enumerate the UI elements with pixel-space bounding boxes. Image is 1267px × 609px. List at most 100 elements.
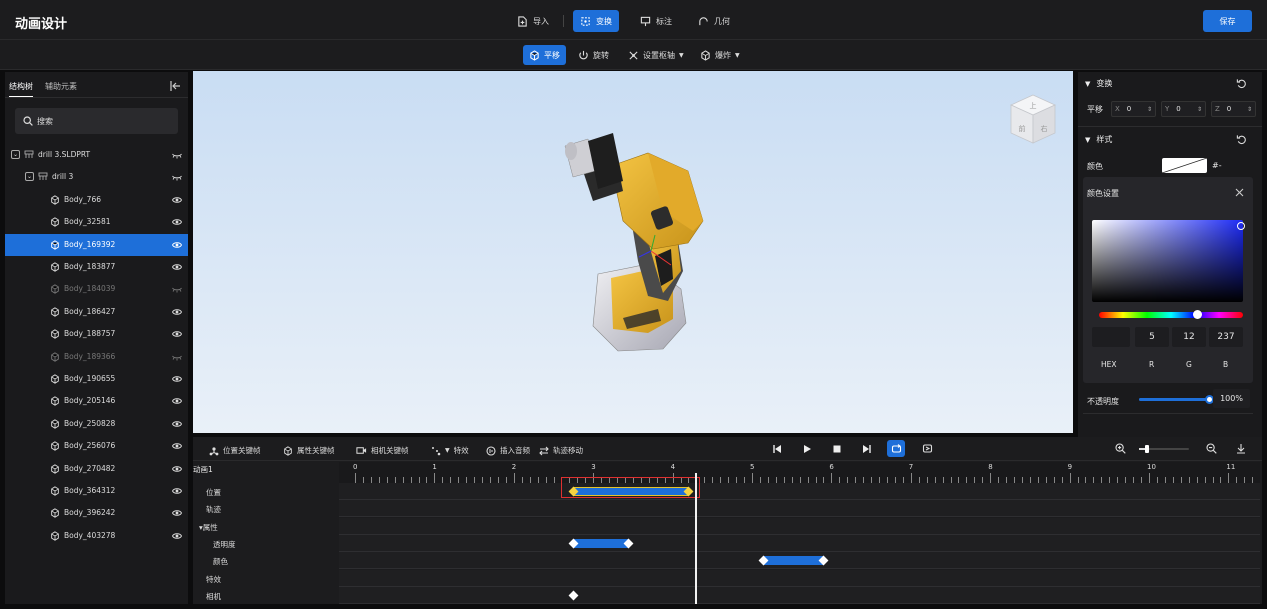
- tree-item[interactable]: Body_766: [5, 189, 188, 211]
- eye-icon[interactable]: [171, 508, 183, 518]
- r-input[interactable]: 5: [1135, 327, 1169, 347]
- tree-item[interactable]: Body_270482: [5, 458, 188, 480]
- eye-icon[interactable]: [171, 486, 183, 496]
- import-button[interactable]: 导入: [510, 10, 556, 32]
- track-row[interactable]: [339, 483, 1260, 500]
- hue-slider-thumb[interactable]: [1192, 310, 1202, 319]
- keyframe-clip[interactable]: [573, 487, 689, 496]
- 3d-viewport[interactable]: 上 前 右: [193, 71, 1073, 433]
- rotate-button[interactable]: 旋转: [572, 45, 615, 65]
- annotation-button[interactable]: 标注: [633, 10, 679, 32]
- eye-icon[interactable]: [171, 307, 183, 317]
- tree-item[interactable]: Body_364312: [5, 480, 188, 502]
- track-label[interactable]: 颜色: [213, 556, 228, 567]
- reset-style-icon[interactable]: [1236, 134, 1247, 145]
- eye-icon[interactable]: [171, 441, 183, 451]
- tree-item[interactable]: Body_169392: [5, 233, 188, 256]
- next-frame-icon[interactable]: [862, 444, 872, 454]
- eye-icon[interactable]: [171, 217, 183, 227]
- download-icon[interactable]: [1236, 443, 1246, 454]
- tree-item[interactable]: Body_250828: [5, 413, 188, 435]
- translate-x-field[interactable]: X 0 ⇕: [1111, 101, 1156, 117]
- loop-toggle[interactable]: [887, 440, 905, 457]
- keyframe-clip[interactable]: [763, 556, 824, 566]
- play-icon[interactable]: [802, 444, 812, 454]
- track-row[interactable]: [339, 517, 1260, 535]
- tree-item[interactable]: Body_396242: [5, 502, 188, 524]
- tree-item[interactable]: Body_32581: [5, 211, 188, 233]
- collapse-panel-icon[interactable]: [170, 81, 181, 91]
- tree-item[interactable]: Body_403278: [5, 525, 188, 547]
- track-label[interactable]: ▾属性: [199, 522, 218, 533]
- transform-button[interactable]: 变换: [573, 10, 619, 32]
- track-row[interactable]: [339, 569, 1260, 587]
- view-cube[interactable]: 上 前 右: [1005, 91, 1061, 147]
- zoom-out-icon[interactable]: [1206, 443, 1217, 454]
- tree-item[interactable]: ⌄ drill 3: [5, 166, 188, 188]
- property-keyframe-button[interactable]: 属性关键帧: [283, 445, 335, 456]
- tree-item[interactable]: Body_188757: [5, 323, 188, 345]
- eye-closed-icon[interactable]: [172, 172, 182, 182]
- eye-icon[interactable]: [171, 329, 183, 339]
- zoom-slider[interactable]: [1139, 445, 1189, 453]
- tree-item[interactable]: Body_184039: [5, 278, 188, 300]
- ping-pong-icon[interactable]: [922, 443, 933, 454]
- drill-model[interactable]: [193, 71, 1073, 433]
- stepper-icon[interactable]: ⇕: [1247, 106, 1252, 113]
- track-label[interactable]: 相机: [206, 591, 221, 602]
- previous-frame-icon[interactable]: [772, 444, 782, 454]
- stepper-icon[interactable]: ⇕: [1147, 106, 1152, 113]
- explode-dropdown[interactable]: 爆炸 ▼: [694, 45, 746, 65]
- b-input[interactable]: 237: [1209, 327, 1243, 347]
- time-ruler[interactable]: 0 1 2 3 4 5 6 7 8 9 10 11: [339, 462, 1260, 484]
- tree-item[interactable]: ⌄ drill 3.SLDPRT: [5, 144, 188, 166]
- eye-closed-icon[interactable]: [172, 352, 182, 362]
- tree-item[interactable]: Body_189366: [5, 346, 188, 368]
- expand-toggle-icon[interactable]: ⌄: [25, 172, 34, 182]
- g-input[interactable]: 12: [1172, 327, 1206, 347]
- track-label[interactable]: 轨迹: [206, 504, 221, 515]
- keyframe-clip[interactable]: [573, 538, 629, 548]
- opacity-input[interactable]: 100%: [1213, 389, 1250, 408]
- stepper-icon[interactable]: ⇕: [1197, 106, 1202, 113]
- translate-y-field[interactable]: Y 0 ⇕: [1161, 101, 1206, 117]
- tree-item[interactable]: Body_186427: [5, 301, 188, 323]
- playhead[interactable]: [695, 473, 698, 604]
- hex-input[interactable]: [1092, 327, 1130, 347]
- track-row[interactable]: [339, 534, 1260, 552]
- track-label[interactable]: 透明度: [213, 539, 236, 550]
- eye-icon[interactable]: [171, 464, 183, 474]
- tab-auxiliary-elements[interactable]: 辅助元素: [45, 81, 77, 92]
- path-move-button[interactable]: 轨迹移动: [539, 445, 583, 456]
- eye-icon[interactable]: [171, 396, 183, 406]
- saturation-picker[interactable]: [1092, 220, 1245, 302]
- track-label[interactable]: 位置: [206, 487, 221, 498]
- transform-section-header[interactable]: ▼ 变换: [1085, 78, 1112, 89]
- effects-dropdown[interactable]: ▼ 特效: [431, 445, 469, 456]
- style-section-header[interactable]: ▼ 样式: [1085, 134, 1112, 145]
- translate-z-field[interactable]: Z 0 ⇕: [1211, 101, 1256, 117]
- zoom-in-icon[interactable]: [1115, 443, 1126, 454]
- track-row[interactable]: [339, 586, 1260, 604]
- eye-icon[interactable]: [171, 419, 183, 429]
- search-input[interactable]: 搜索: [15, 108, 178, 134]
- expand-toggle-icon[interactable]: ⌄: [11, 150, 20, 159]
- eye-icon[interactable]: [171, 262, 183, 272]
- track-row[interactable]: [339, 500, 1260, 518]
- position-keyframe-button[interactable]: 位置关键帧: [209, 445, 261, 456]
- tab-structure-tree[interactable]: 结构树: [9, 81, 33, 98]
- tree-item[interactable]: Body_190655: [5, 368, 188, 390]
- eye-icon[interactable]: [171, 195, 183, 205]
- geometry-button[interactable]: 几何: [691, 10, 737, 32]
- move-button[interactable]: 平移: [523, 45, 566, 65]
- color-swatch[interactable]: [1162, 158, 1207, 173]
- camera-keyframe-button[interactable]: 相机关键帧: [356, 445, 409, 456]
- opacity-slider[interactable]: [1139, 395, 1214, 404]
- eye-icon[interactable]: [171, 240, 183, 250]
- eye-closed-icon[interactable]: [172, 284, 182, 294]
- tree-item[interactable]: Body_205146: [5, 390, 188, 412]
- tree-item[interactable]: Body_183877: [5, 256, 188, 278]
- hue-slider[interactable]: [1099, 310, 1243, 319]
- eye-icon[interactable]: [171, 531, 183, 541]
- save-button[interactable]: 保存: [1203, 10, 1252, 32]
